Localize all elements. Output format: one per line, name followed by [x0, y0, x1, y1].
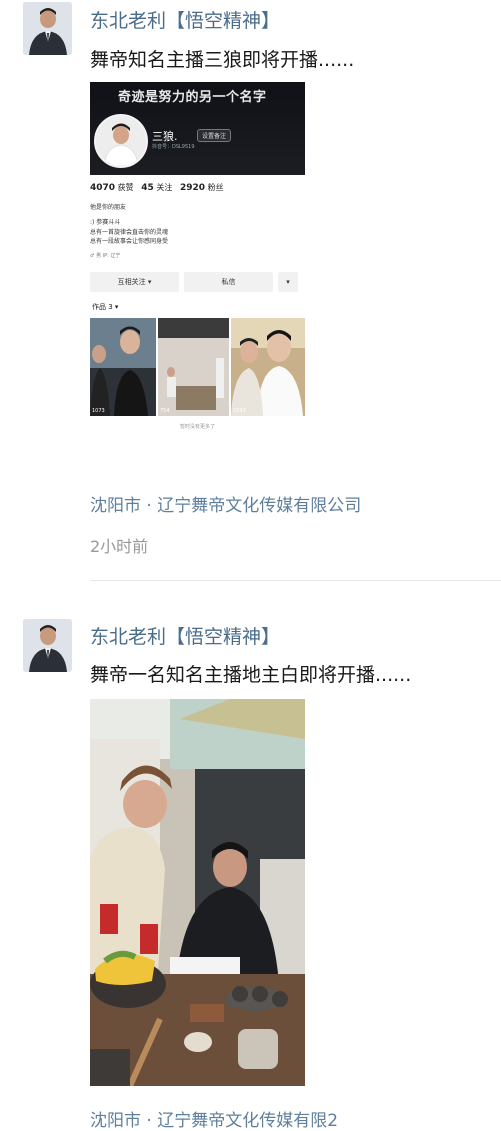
profile-slogan: 奇迹是努力的另一个名字	[118, 90, 267, 105]
video-thumb-1: 1073	[90, 318, 156, 416]
profile-id: 抖音号：DSL9519	[152, 144, 195, 150]
may-know: 他是你的朋友	[90, 204, 127, 211]
post-time: 2小时前	[90, 537, 149, 556]
thumb-likes-1: 1073	[92, 408, 105, 414]
following-label: 关注	[156, 183, 173, 192]
profile-avatar	[94, 114, 148, 168]
post-divider	[90, 580, 501, 581]
profile-screenshot[interactable]: 奇迹是努力的另一个名字 三狼. 设置备注 抖音号：DSL9519 4070 获赞…	[90, 82, 305, 432]
profile-stats: 4070 获赞 45 关注 2920 粉丝	[90, 182, 224, 193]
likes-count: 4070	[90, 183, 116, 193]
thumb-likes-3: 2243	[233, 408, 246, 414]
video-thumb-2: 754	[158, 318, 229, 416]
fans-label: 粉丝	[207, 183, 224, 192]
location-link[interactable]: 沈阳市 · 辽宁舞帝文化传媒有限2	[90, 1106, 338, 1131]
more-button: ▾	[278, 272, 298, 292]
bio-line-1: 总有一首旋律会直击你的灵魂	[90, 229, 169, 236]
location-link[interactable]: 沈阳市 · 辽宁舞帝文化传媒有限公司	[90, 491, 361, 516]
likes-label: 获赞	[117, 183, 134, 192]
works-tab: 作品 3 ▾	[92, 303, 119, 311]
video-thumb-3: 2243	[231, 318, 305, 416]
set-remark-button: 设置备注	[197, 129, 232, 142]
author-name[interactable]: 东北老利【悟空精神】	[90, 622, 280, 649]
fans-count: 2920	[179, 183, 206, 193]
post-photo[interactable]	[90, 699, 305, 1086]
message-button: 私信	[184, 272, 273, 292]
avatar[interactable]	[23, 2, 72, 55]
author-name[interactable]: 东北老利【悟空精神】	[90, 6, 280, 33]
mutual-follow-button: 互相关注 ▾	[90, 272, 179, 292]
no-more-text: 暂时没有更多了	[179, 424, 215, 430]
bio-line-2: 总有一段故事会让你感同身受	[90, 238, 169, 245]
post-text: 舞帝一名知名主播地主白即将开播......	[90, 664, 412, 686]
post-text: 舞帝知名主播三狼即将开播......	[90, 49, 355, 71]
fans-group: :) 参赛斗斗	[90, 219, 121, 226]
profile-nickname: 三狼.	[152, 130, 178, 143]
thumb-likes-2: 754	[160, 408, 170, 414]
following-count: 45	[141, 183, 154, 193]
avatar[interactable]	[23, 619, 72, 672]
profile-tags: ♂ 男 IP: 辽宁	[90, 253, 121, 259]
